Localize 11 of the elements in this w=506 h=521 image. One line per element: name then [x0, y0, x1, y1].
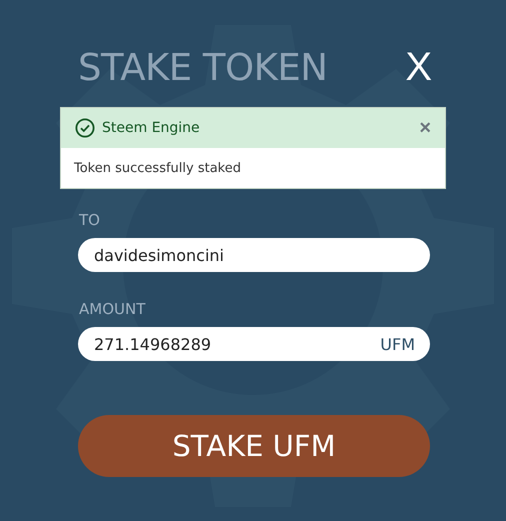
field-label: TO — [79, 211, 100, 229]
field-label: AMOUNT — [79, 300, 146, 318]
close-button[interactable]: X — [405, 47, 432, 87]
toast-title: Steem Engine — [102, 120, 201, 136]
stake-button[interactable]: STAKE UFM — [78, 415, 430, 477]
toast-message: Token successfully staked — [73, 160, 242, 178]
close-button[interactable]: × — [417, 118, 433, 138]
recipient-field[interactable]: davidesimoncini — [78, 238, 430, 272]
dialog-title: STAKE TOKEN — [78, 46, 328, 88]
unit-label: UFM — [380, 335, 415, 354]
check-circle-icon — [75, 118, 95, 138]
